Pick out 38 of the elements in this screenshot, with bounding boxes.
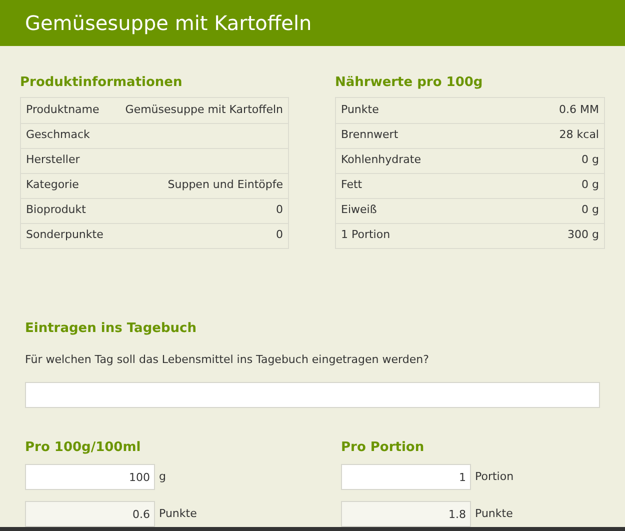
unit-label: g (159, 468, 166, 485)
row-label: Bioprodukt (26, 202, 86, 218)
amount-input-field[interactable]: 1 (341, 464, 471, 490)
row-label: Fett (341, 177, 362, 194)
row-label: Hersteller (26, 152, 80, 168)
row-value: 0 (276, 227, 283, 244)
row-value: 0 g (582, 152, 599, 168)
row-value: 0.6 MM (559, 102, 599, 118)
section-heading: Pro Portion (341, 438, 426, 456)
row-value: 28 kcal (559, 127, 599, 144)
row-value: 0 g (582, 202, 599, 218)
row-label: Kohlenhydrate (341, 152, 421, 168)
section-heading: Pro 100g/100ml (25, 438, 142, 456)
section-heading: Eintragen ins Tagebuch (25, 320, 198, 338)
amount-input-field[interactable]: 100 (25, 464, 155, 490)
page-title: Gemüsesuppe mit Kartoffeln (25, 10, 312, 37)
row-label: Geschmack (26, 127, 90, 144)
row-label: Produktname (26, 102, 100, 118)
unit-label: Punkte (475, 506, 513, 522)
unit-label: Punkte (159, 506, 197, 522)
row-label: Sonderpunkte (26, 227, 104, 244)
question-text: Für welchen Tag soll das Lebensmittel ins Tagebuch eingetragen werden? (25, 352, 430, 368)
unit-label: Portion (475, 468, 514, 485)
date-input-field[interactable] (25, 382, 600, 408)
row-value: Gemüsesuppe mit Kartoffeln (125, 102, 283, 118)
row-value: Suppen und Eintöpfe (168, 177, 283, 194)
row-value: 0 g (582, 177, 599, 194)
row-value: 0 (276, 202, 283, 218)
row-value: 300 g (568, 227, 599, 244)
result-field[interactable]: 0.6 (25, 501, 155, 527)
row-label: Kategorie (26, 177, 79, 194)
row-label: Brennwert (341, 127, 398, 144)
row-label: 1 Portion (341, 227, 390, 244)
section-heading: Produktinformationen (20, 74, 184, 92)
section-heading: Nährwerte pro 100g (335, 74, 484, 92)
result-field[interactable]: 1.8 (341, 501, 471, 527)
row-label: Eiweiß (341, 202, 377, 218)
row-label: Punkte (341, 102, 379, 118)
